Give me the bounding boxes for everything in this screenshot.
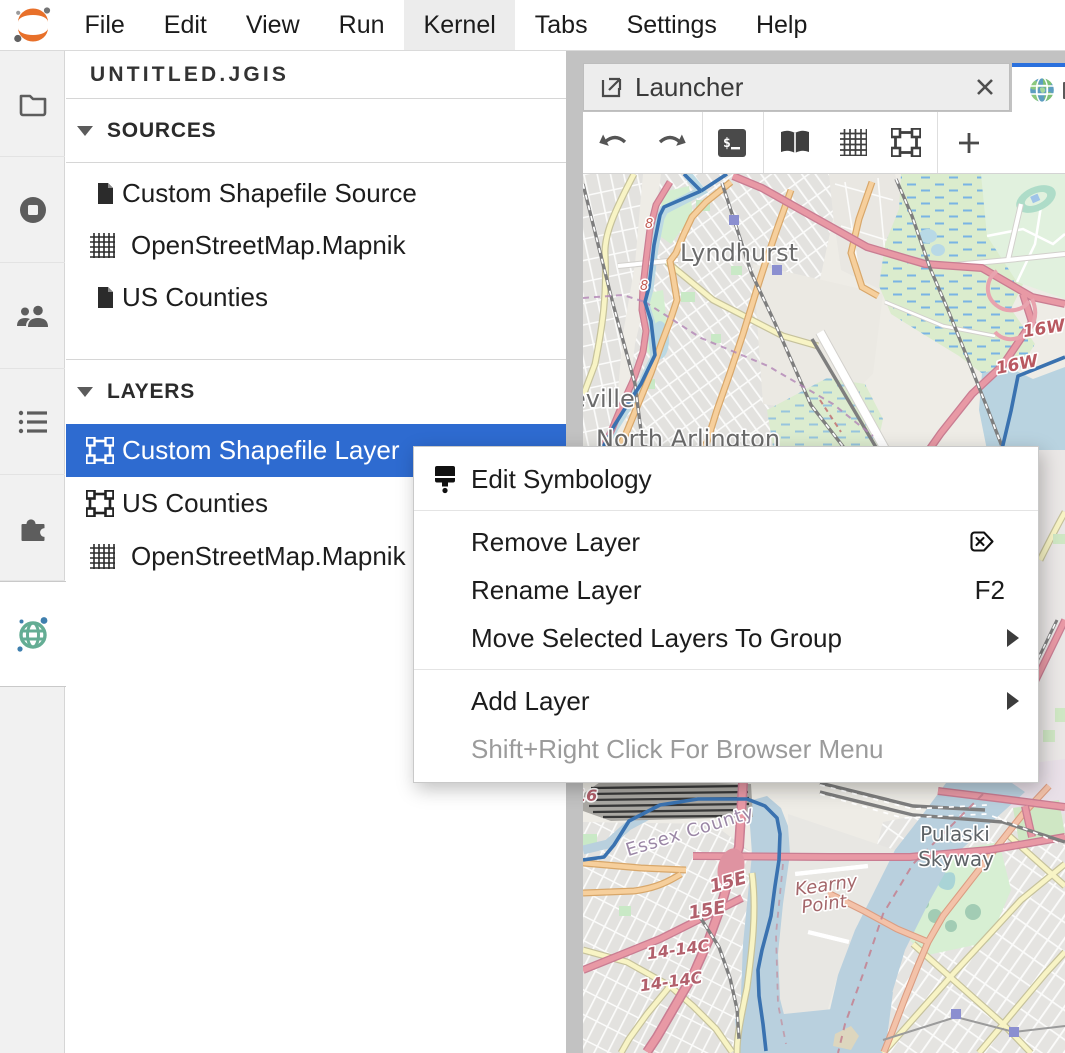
redo-icon [654,132,686,154]
stop-circle-icon [18,195,48,225]
submenu-arrow-icon [1007,629,1019,647]
launcher-icon [601,76,623,98]
shortcut-f2: F2 [975,575,1005,606]
menu-divider [414,669,1038,670]
close-icon[interactable] [974,76,996,98]
sidebar-tab-file-browser[interactable] [0,51,65,157]
file-icon [96,183,114,204]
raster-grid-icon [90,544,115,569]
label-belleville: eville [583,385,635,413]
plus-icon [957,131,981,155]
collapse-caret-icon [77,126,93,136]
vector-square-icon [891,128,921,157]
menu-item-add-layer[interactable]: Add Layer [414,677,1038,725]
raster-grid-icon [90,233,115,258]
file-icon [96,287,114,308]
label-skyway: Skyway [918,847,994,871]
sidebar-tab-extensions[interactable] [0,475,65,581]
sidebar-tab-collaborators[interactable] [0,263,65,369]
layer-context-menu: Edit Symbology Remove Layer Rename Layer… [413,446,1039,783]
terminal-button[interactable]: $ [715,112,749,173]
vector-layer-icon [86,490,114,517]
add-button[interactable] [951,112,987,173]
jupytergis-globe-icon [1028,76,1056,104]
jupyter-logo [11,5,55,45]
identify-button[interactable] [775,112,815,173]
menu-item-browser-menu-hint: Shift+Right Click For Browser Menu [414,725,1038,773]
label-pulaski: Pulaski [920,822,990,846]
toolbar-separator [763,112,764,173]
sidebar-tab-toc[interactable] [0,369,65,475]
label-16: 16 [583,786,597,805]
raster-grid-button[interactable] [833,112,873,173]
remove-tag-icon [970,531,994,552]
menu-settings[interactable]: Settings [607,0,736,50]
sidebar-tab-jupytergis[interactable] [0,581,66,687]
undo-button[interactable] [597,112,633,173]
submenu-arrow-icon [1007,692,1019,710]
label-lyndhurst: Lyndhurst [680,239,798,267]
menu-file[interactable]: File [65,0,144,50]
undo-icon [599,132,631,154]
menu-item-remove-layer[interactable]: Remove Layer [414,518,1038,566]
menu-item-rename-layer[interactable]: Rename Layer F2 [414,566,1038,614]
menu-divider [414,510,1038,511]
menu-help[interactable]: Help [736,0,826,50]
menu-run[interactable]: Run [319,0,404,50]
sources-header-label: SOURCES [107,119,216,143]
label-route-8b: 8 [640,279,648,294]
globe-icon [13,614,53,654]
collapse-caret-icon [77,387,93,397]
menu-view[interactable]: View [226,0,319,50]
tab-untitled-jgis[interactable] [1012,63,1065,113]
layers-section-header[interactable]: LAYERS [66,360,566,424]
puzzle-icon [18,513,48,543]
panel-title: UNTITLED.JGIS [66,51,566,99]
label-route-8a: 8 [645,217,653,232]
sources-section-header[interactable]: SOURCES [66,99,566,163]
tab-launcher[interactable]: Launcher [583,63,1010,111]
toolbar-separator [702,112,703,173]
document-toolbar: $ [583,112,1065,174]
source-item[interactable]: US Counties [66,271,566,323]
menu-item-move-layers-to-group[interactable]: Move Selected Layers To Group [414,614,1038,662]
raster-grid-icon [840,129,867,156]
menu-kernel[interactable]: Kernel [404,0,515,50]
vector-select-button[interactable] [886,112,926,173]
sources-list: Custom Shapefile Source OpenStreetMap.Ma… [66,163,566,323]
vector-layer-icon [86,437,114,464]
terminal-icon: $ [718,129,746,157]
menu-edit[interactable]: Edit [144,0,226,50]
folder-icon [18,91,48,117]
svg-text:$: $ [723,136,731,151]
sidebar-tab-running[interactable] [0,157,65,263]
open-book-icon [779,130,811,156]
users-icon [16,303,50,329]
source-item[interactable]: Custom Shapefile Source [66,167,566,219]
list-icon [18,410,48,434]
menu-bar: File Edit View Run Kernel Tabs Settings … [0,0,1065,51]
redo-button[interactable] [652,112,688,173]
left-sidebar [0,51,65,1053]
layers-header-label: LAYERS [107,380,195,404]
menu-tabs[interactable]: Tabs [515,0,607,50]
toolbar-separator [937,112,938,173]
menu-items: File Edit View Run Kernel Tabs Settings … [65,0,827,50]
tab-launcher-label: Launcher [635,72,974,103]
source-item[interactable]: OpenStreetMap.Mapnik [66,219,566,271]
menu-item-edit-symbology[interactable]: Edit Symbology [414,455,1038,503]
brush-icon [429,464,461,496]
